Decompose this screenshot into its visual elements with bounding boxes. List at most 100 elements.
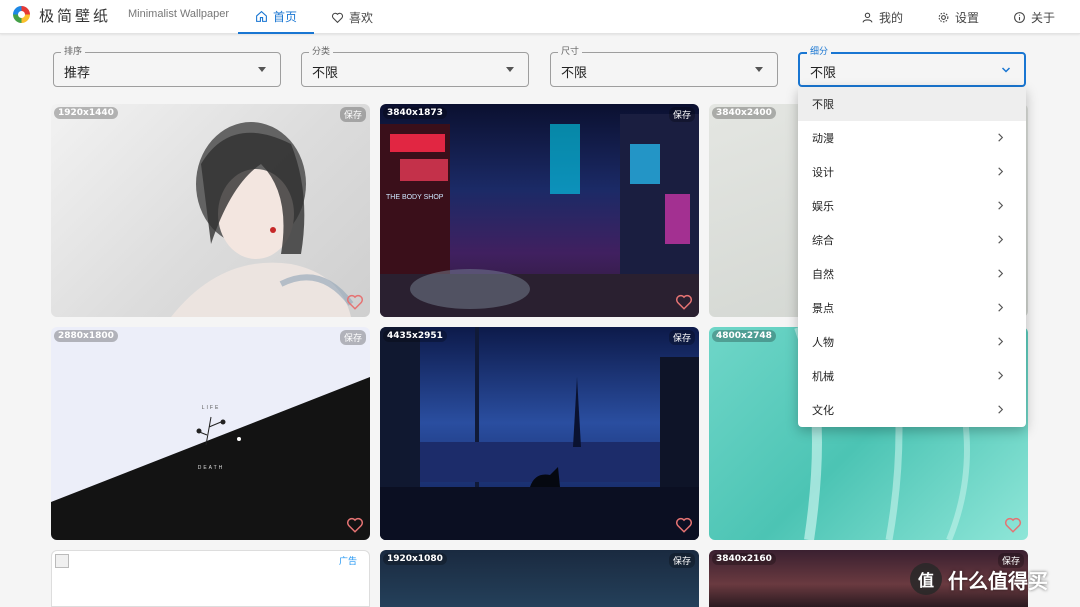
heart-icon <box>331 12 344 23</box>
save-button[interactable]: 保存 <box>339 107 366 122</box>
chevron-right-icon <box>998 303 1004 312</box>
menu-item-people[interactable]: 人物 <box>798 325 1026 359</box>
chevron-right-icon <box>998 269 1004 278</box>
chevron-right-icon <box>998 405 1004 414</box>
life-text: LIFE <box>202 405 221 411</box>
nav-settings-label: 设置 <box>955 10 980 25</box>
resolution-badge: 4435x2951 <box>383 330 447 342</box>
menu-item-anime[interactable]: 动漫 <box>798 121 1026 155</box>
info-icon <box>1014 11 1025 23</box>
ad-card[interactable]: 广告 <box>51 550 370 607</box>
chevron-down-icon <box>1001 67 1011 73</box>
menu-item-label: 娱乐 <box>812 200 834 213</box>
app-subtitle: Minimalist Wallpaper <box>128 8 230 20</box>
heart-icon[interactable] <box>346 516 364 534</box>
category-select-label: 分类 <box>309 46 334 58</box>
resolution-badge: 1920x1080 <box>383 553 447 565</box>
app-title: 极简壁纸 <box>39 7 112 25</box>
nav-about[interactable]: 关于 <box>1013 0 1055 34</box>
menu-item-label: 自然 <box>812 268 834 281</box>
menu-item-label: 设计 <box>812 166 834 179</box>
menu-item-label: 景点 <box>812 302 834 315</box>
wallpaper-card[interactable]: THE BODY SHOP 3840x1873 保存 <box>380 104 699 317</box>
menu-item-entertainment[interactable]: 娱乐 <box>798 189 1026 223</box>
shop-sign-text: THE BODY SHOP <box>386 194 444 201</box>
wallpaper-image <box>171 122 354 317</box>
heart-icon[interactable] <box>675 516 693 534</box>
tab-favorites-label: 喜欢 <box>349 10 374 25</box>
heart-icon[interactable] <box>1004 516 1022 534</box>
nav-mine[interactable]: 我的 <box>861 0 903 34</box>
menu-item-label: 文化 <box>812 404 834 417</box>
nav-about-label: 关于 <box>1031 10 1056 25</box>
chevron-right-icon <box>998 201 1004 210</box>
resolution-badge: 3840x2400 <box>712 107 776 119</box>
subcategory-select[interactable]: 细分 不限 <box>798 46 1026 87</box>
resolution-badge: 3840x2160 <box>712 553 776 565</box>
menu-item-label: 不限 <box>812 98 834 111</box>
sort-select-value: 推荐 <box>64 66 91 81</box>
chevron-right-icon <box>998 371 1004 380</box>
menu-item-scenery[interactable]: 景点 <box>798 291 1026 325</box>
wallpaper-image: THE BODY SHOP <box>380 114 699 317</box>
size-select-value: 不限 <box>561 66 588 81</box>
heart-icon[interactable] <box>346 293 364 311</box>
save-button[interactable]: 保存 <box>668 107 695 122</box>
menu-item-nature[interactable]: 自然 <box>798 257 1026 291</box>
sort-select[interactable]: 排序 推荐 <box>53 46 281 87</box>
ad-label: 广告 <box>338 557 357 567</box>
menu-item-label: 综合 <box>812 234 834 247</box>
tab-home[interactable]: 首页 <box>238 0 314 34</box>
tab-home-label: 首页 <box>272 9 297 24</box>
category-select[interactable]: 分类 不限 <box>301 46 529 87</box>
menu-item-label: 机械 <box>812 370 834 383</box>
wallpaper-card[interactable]: 4435x2951 保存 <box>380 327 699 540</box>
wallpaper-image: LIFE DEATH <box>51 377 370 540</box>
watermark: 值 什么值得买 <box>910 563 1048 595</box>
save-button[interactable]: 保存 <box>339 330 366 345</box>
subcategory-dropdown-menu: 不限 动漫 设计 娱乐 综合 自然 景点 人物 机械 文化 <box>798 87 1026 427</box>
sort-select-label: 排序 <box>61 46 86 58</box>
watermark-badge: 值 <box>910 563 942 595</box>
menu-item-unlimited[interactable]: 不限 <box>798 87 1026 121</box>
broken-image-icon <box>55 554 69 568</box>
app-logo-icon <box>13 6 30 23</box>
resolution-badge: 2880x1800 <box>54 330 118 342</box>
menu-item-label: 动漫 <box>812 132 834 145</box>
size-select-label: 尺寸 <box>558 46 583 58</box>
chevron-right-icon <box>998 167 1004 176</box>
size-select[interactable]: 尺寸 不限 <box>550 46 778 87</box>
watermark-text: 什么值得买 <box>948 568 1048 593</box>
gear-icon <box>938 12 949 22</box>
category-select-value: 不限 <box>312 66 339 81</box>
wallpaper-card[interactable]: 1920x1080 保存 <box>380 550 699 607</box>
user-icon <box>862 12 873 23</box>
menu-item-general[interactable]: 综合 <box>798 223 1026 257</box>
subcategory-select-value: 不限 <box>810 66 837 81</box>
death-text: DEATH <box>198 465 225 471</box>
save-button[interactable]: 保存 <box>668 330 695 345</box>
chevron-right-icon <box>998 337 1004 346</box>
wallpaper-card[interactable]: LIFE DEATH 2880x1800 保存 <box>51 327 370 540</box>
caret-down-icon <box>755 67 763 72</box>
caret-down-icon <box>258 67 266 72</box>
menu-item-machinery[interactable]: 机械 <box>798 359 1026 393</box>
resolution-badge: 1920x1440 <box>54 107 118 119</box>
nav-mine-label: 我的 <box>879 10 904 25</box>
subcategory-select-label: 细分 <box>807 46 832 58</box>
heart-icon[interactable] <box>675 293 693 311</box>
chevron-right-icon <box>998 133 1004 142</box>
resolution-badge: 3840x1873 <box>383 107 447 119</box>
tab-favorites[interactable]: 喜欢 <box>331 0 373 34</box>
menu-item-label: 人物 <box>812 336 834 349</box>
wallpaper-image <box>380 327 699 540</box>
menu-item-design[interactable]: 设计 <box>798 155 1026 189</box>
menu-item-culture[interactable]: 文化 <box>798 393 1026 427</box>
wallpaper-card[interactable]: 1920x1440 保存 <box>51 104 370 317</box>
chevron-right-icon <box>998 235 1004 244</box>
resolution-badge: 4800x2748 <box>712 330 776 342</box>
top-bar: 极简壁纸 Minimalist Wallpaper 首页 喜欢 我的 设置 关于 <box>0 0 1080 34</box>
save-button[interactable]: 保存 <box>668 553 695 568</box>
home-icon <box>256 10 267 22</box>
nav-settings[interactable]: 设置 <box>937 0 979 34</box>
